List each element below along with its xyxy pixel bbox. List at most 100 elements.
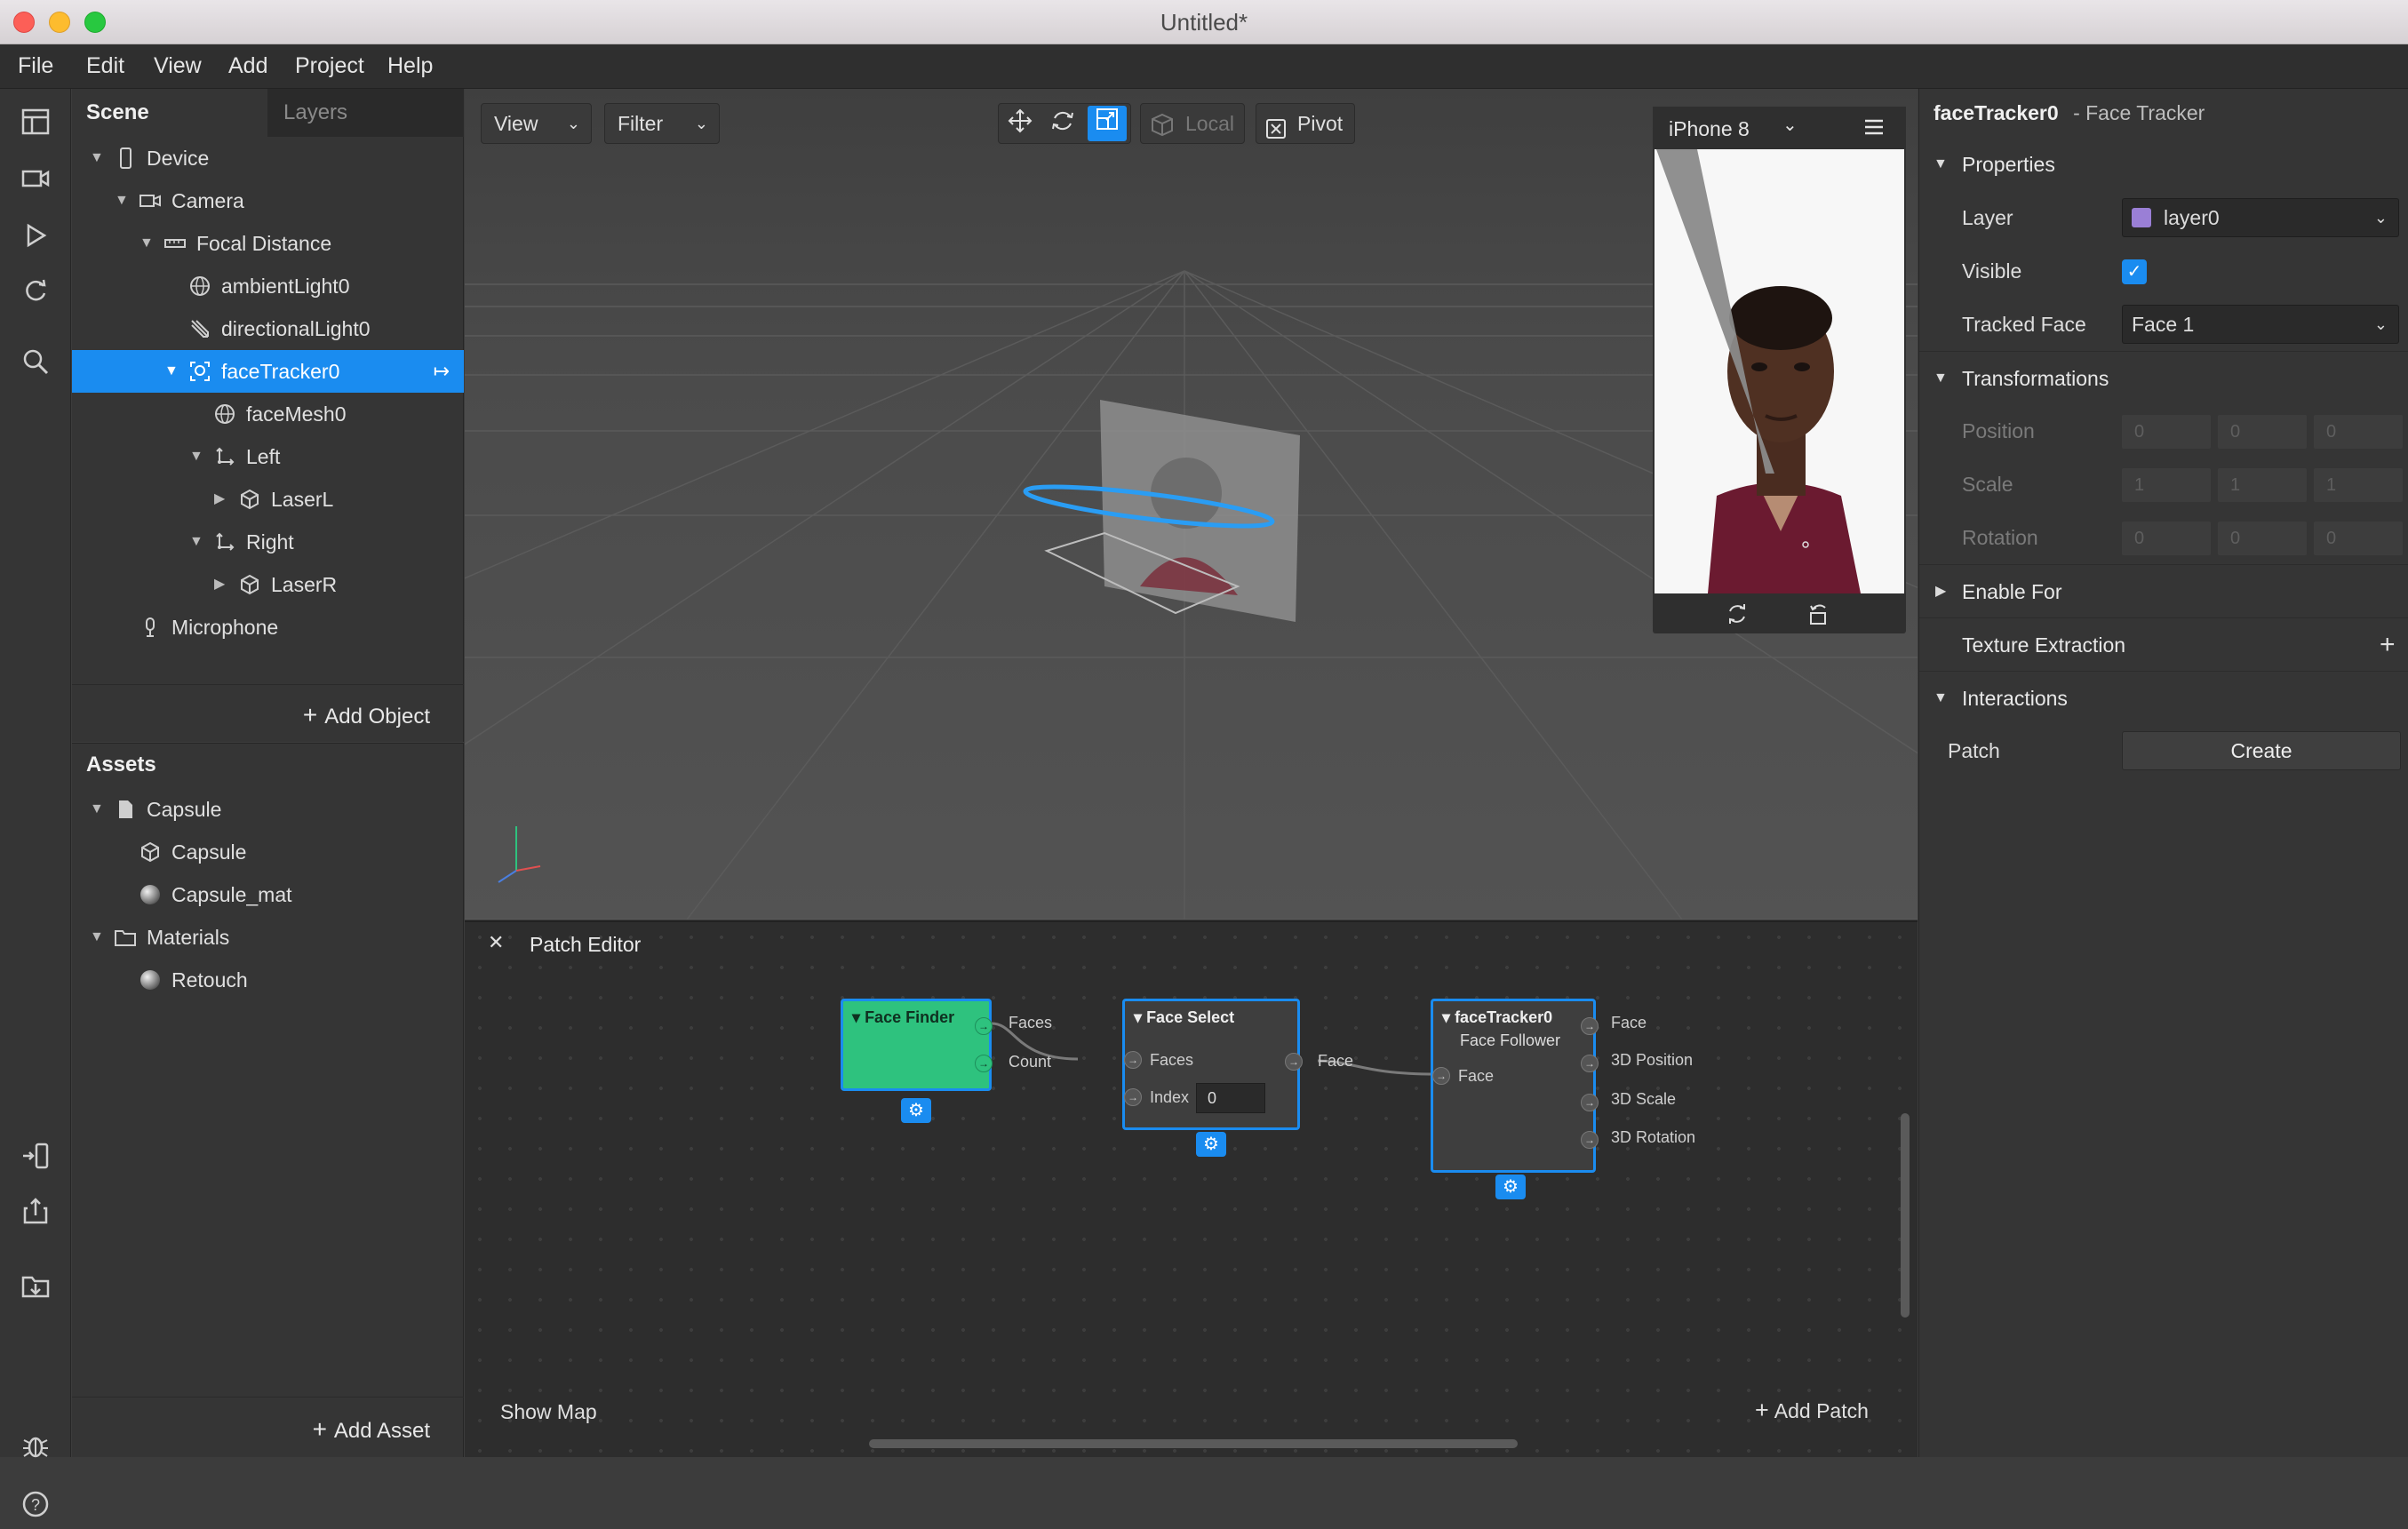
input-port-face[interactable]: →: [1432, 1067, 1450, 1085]
debug-icon[interactable]: [18, 1430, 53, 1466]
tab-layers[interactable]: Layers: [269, 89, 464, 137]
tab-scene[interactable]: Scene: [72, 89, 267, 137]
tree-item[interactable]: ambientLight0: [72, 265, 464, 307]
caret-down-icon[interactable]: ▼: [115, 179, 129, 222]
layout-icon[interactable]: [18, 107, 53, 142]
restart-icon[interactable]: [18, 275, 53, 311]
tree-item[interactable]: ▶ LaserL: [72, 478, 464, 521]
enable-for-section-header[interactable]: ▶ Enable For: [1919, 564, 2408, 617]
device-select[interactable]: iPhone 8: [1669, 117, 1750, 141]
position-row: Position 0 0 0: [1919, 404, 2408, 458]
send-to-device-icon[interactable]: [18, 1141, 53, 1176]
tracked-face-dropdown[interactable]: Face 1 ⌄: [2122, 305, 2399, 344]
tree-item[interactable]: ▼ Left: [72, 435, 464, 478]
tree-item[interactable]: Retouch: [72, 959, 464, 1001]
tree-item[interactable]: ▼ Right: [72, 521, 464, 563]
patch-editor[interactable]: ✕ Patch Editor ▾ Face Finder → → Faces C…: [465, 920, 1918, 1457]
collapse-caret-icon[interactable]: ▾: [1442, 1008, 1450, 1026]
pivot-toggle[interactable]: Pivot: [1256, 103, 1355, 144]
caret-down-icon[interactable]: ▼: [164, 350, 179, 393]
input-port-index[interactable]: →: [1124, 1088, 1142, 1106]
transformations-section-header[interactable]: ▼ Transformations: [1919, 351, 2408, 404]
tree-item[interactable]: ▼ Focal Distance: [72, 222, 464, 265]
tree-item[interactable]: directionalLight0: [72, 307, 464, 350]
move-tool-icon[interactable]: [1002, 108, 1038, 139]
interactions-section-header[interactable]: ▼ Interactions: [1919, 671, 2408, 724]
horizontal-scrollbar[interactable]: [869, 1439, 1518, 1448]
face-select-node[interactable]: ▾ Face Select → Faces → Index 0 →: [1122, 999, 1303, 1130]
menu-project[interactable]: Project: [295, 53, 364, 79]
tree-item[interactable]: ▼ Device: [72, 137, 464, 179]
tree-item[interactable]: ▶ LaserR: [72, 563, 464, 606]
tree-item[interactable]: ▼ faceTracker0 ↦: [72, 350, 464, 393]
video-icon[interactable]: [18, 163, 53, 199]
tree-item[interactable]: ▼ Materials: [72, 916, 464, 959]
index-input[interactable]: 0: [1196, 1083, 1265, 1113]
tree-item[interactable]: Capsule_mat: [72, 873, 464, 916]
gear-icon[interactable]: ⚙: [901, 1098, 931, 1123]
play-icon[interactable]: [18, 220, 53, 256]
gear-icon[interactable]: ⚙: [1196, 1132, 1226, 1157]
rotate-left-icon[interactable]: [1806, 601, 1832, 632]
input-port-faces[interactable]: →: [1124, 1051, 1142, 1069]
output-port-face[interactable]: →: [1285, 1053, 1303, 1071]
face-finder-node[interactable]: ▾ Face Finder → →: [841, 999, 993, 1091]
add-asset-button[interactable]: + Add Asset: [72, 1397, 464, 1458]
visible-checkbox[interactable]: ✓: [2122, 259, 2147, 284]
add-object-button[interactable]: + Add Object: [72, 684, 464, 742]
caret-down-icon[interactable]: ▼: [189, 435, 203, 478]
output-port-3d-position[interactable]: →: [1581, 1055, 1599, 1072]
search-icon[interactable]: [18, 346, 53, 382]
properties-section-header[interactable]: ▼ Properties: [1919, 138, 2408, 191]
add-texture-extraction-icon[interactable]: +: [2380, 618, 2396, 672]
tree-item[interactable]: Capsule: [72, 831, 464, 873]
hamburger-menu-icon[interactable]: [1862, 115, 1886, 143]
import-folder-icon[interactable]: [18, 1270, 53, 1306]
tree-item[interactable]: ▼ Camera: [72, 179, 464, 222]
rotate-tool-icon[interactable]: [1045, 108, 1080, 139]
menu-edit[interactable]: Edit: [86, 53, 124, 79]
tree-item[interactable]: ▼ Capsule: [72, 788, 464, 831]
caret-right-icon[interactable]: ▶: [214, 563, 225, 606]
follow-icon[interactable]: ↦: [434, 350, 450, 393]
collapse-caret-icon[interactable]: ▾: [852, 1008, 860, 1026]
help-icon[interactable]: ?: [18, 1489, 53, 1525]
caret-down-icon[interactable]: ▼: [140, 222, 154, 265]
face-follower-node[interactable]: ▾ faceTracker0 Face Follower → Face → → …: [1431, 999, 1599, 1173]
output-port-3d-rotation[interactable]: →: [1581, 1131, 1599, 1149]
output-port-count[interactable]: →: [975, 1055, 993, 1072]
create-patch-button[interactable]: Create: [2122, 731, 2401, 770]
menu-file[interactable]: File: [18, 53, 53, 79]
export-icon[interactable]: [18, 1196, 53, 1231]
caret-right-icon[interactable]: ▶: [214, 478, 225, 521]
camera-preview: [1655, 149, 1904, 593]
caret-down-icon[interactable]: ▼: [90, 788, 104, 831]
show-map-button[interactable]: Show Map: [500, 1400, 597, 1424]
tree-item[interactable]: Microphone: [72, 606, 464, 649]
gear-icon[interactable]: ⚙: [1495, 1175, 1526, 1199]
tree-item[interactable]: faceMesh0: [72, 393, 464, 435]
layer-dropdown[interactable]: layer0 ⌄: [2122, 198, 2399, 237]
scene-viewport[interactable]: View ⌄ Filter ⌄ Local Pivot iPhone 8 ⌄: [465, 89, 1918, 920]
scale-tool-icon[interactable]: [1088, 106, 1127, 141]
rotate-device-icon[interactable]: [1724, 601, 1750, 632]
cube-icon: [239, 489, 260, 510]
chevron-down-icon[interactable]: ⌄: [1782, 114, 1798, 136]
output-port-faces[interactable]: →: [975, 1017, 993, 1035]
vertical-scrollbar[interactable]: [1901, 1113, 1910, 1318]
tree-item-label: Retouch: [171, 968, 248, 991]
filter-dropdown[interactable]: Filter ⌄: [604, 103, 720, 144]
menu-add[interactable]: Add: [228, 53, 267, 79]
caret-down-icon[interactable]: ▼: [90, 137, 104, 179]
view-dropdown[interactable]: View ⌄: [481, 103, 592, 144]
layer-label: Layer: [1962, 206, 2013, 229]
collapse-caret-icon[interactable]: ▾: [1134, 1008, 1142, 1026]
output-port-face[interactable]: →: [1581, 1017, 1599, 1035]
menu-view[interactable]: View: [154, 53, 202, 79]
menu-help[interactable]: Help: [387, 53, 433, 79]
caret-down-icon[interactable]: ▼: [90, 916, 104, 959]
add-patch-button[interactable]: + Add Patch: [1755, 1397, 1869, 1424]
output-port-3d-scale[interactable]: →: [1581, 1094, 1599, 1111]
caret-down-icon[interactable]: ▼: [189, 521, 203, 563]
local-toggle[interactable]: Local: [1140, 103, 1245, 144]
